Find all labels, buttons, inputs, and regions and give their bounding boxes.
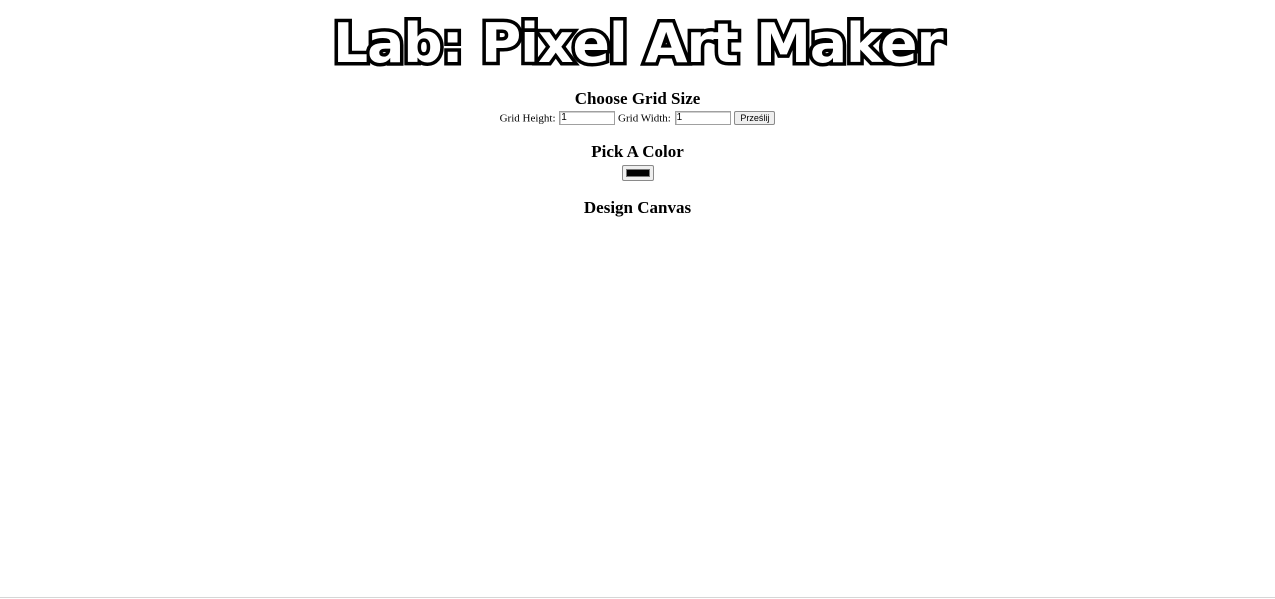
color-picker[interactable] [621,165,654,181]
pick-color-heading: Pick A Color [591,142,684,161]
grid-size-heading: Choose Grid Size [574,89,701,108]
submit-button[interactable]: Prześlij [734,111,776,126]
color-picker-container [0,165,1275,183]
grid-width-label: Grid Width: [618,112,671,125]
grid-height-label: Grid Height: [499,112,556,125]
grid-width-input[interactable] [674,111,731,126]
color-swatch [625,169,650,177]
page: Lab: Pixel Art Maker Choose Grid Size Gr… [0,0,1275,598]
grid-height-input[interactable] [559,111,616,126]
design-canvas-heading: Design Canvas [583,198,692,217]
bottom-divider [0,597,1275,598]
title-container: Lab: Pixel Art Maker [0,0,1275,75]
page-title: Lab: Pixel Art Maker [329,12,947,75]
size-picker-form: Grid Height: Grid Width: Prześlij [0,110,1275,126]
